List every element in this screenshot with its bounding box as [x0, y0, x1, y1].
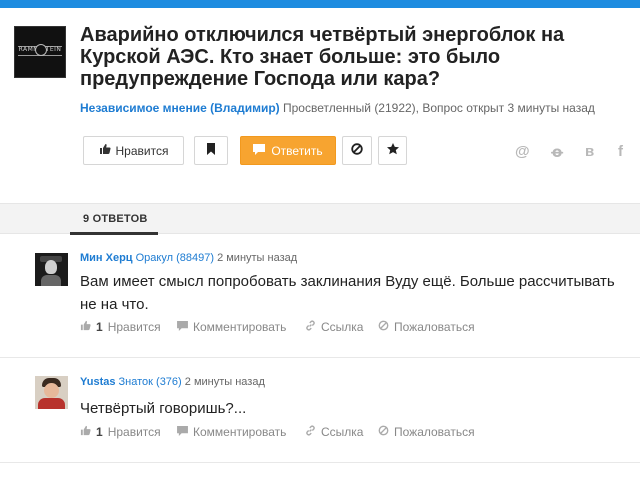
favorite-button[interactable] — [378, 136, 407, 165]
logo-emblem-icon — [35, 44, 47, 56]
link-icon — [305, 425, 316, 439]
answer-author-avatar[interactable] — [35, 376, 68, 409]
avatar-body — [41, 275, 61, 286]
answer-button[interactable]: Ответить — [240, 136, 336, 165]
comment-icon — [177, 425, 188, 439]
tab-answers[interactable]: 9 ОТВЕТОВ — [83, 213, 147, 225]
answer-meta: Yustas Знаток (376) 2 минуты назад — [80, 376, 265, 388]
question-author-rank: Просветленный (21922), Вопрос открыт 3 м… — [283, 101, 595, 115]
link-icon — [305, 320, 316, 334]
like-button[interactable]: Нравится — [83, 136, 184, 165]
block-button[interactable] — [342, 136, 372, 165]
answers-tab-bar: 9 ОТВЕТОВ — [0, 203, 640, 235]
answer-link-label: Ссылка — [321, 425, 364, 439]
answer-text: Вам имеет смысл попробовать заклинания В… — [80, 273, 615, 313]
avatar-face — [44, 383, 59, 398]
block-icon — [378, 320, 389, 334]
answer-link-label: Ссылка — [321, 320, 364, 334]
share-mail-icon[interactable]: @ — [515, 143, 530, 160]
share-facebook-icon[interactable]: f — [618, 143, 623, 160]
answer-time: 2 минуты назад — [217, 252, 298, 264]
answer-report-action[interactable]: Пожаловаться — [378, 425, 475, 439]
answer-author-avatar[interactable] — [35, 253, 68, 286]
block-icon — [351, 143, 363, 158]
answer-comment-action[interactable]: Комментировать — [177, 320, 286, 334]
answer-author-link[interactable]: Мин Херц — [80, 252, 133, 264]
thumbs-up-icon — [80, 320, 91, 334]
answer-like-label: Нравится — [107, 320, 161, 334]
question-meta: Независимое мнение (Владимир) Просветлен… — [80, 101, 595, 115]
block-icon — [378, 425, 389, 439]
answer-author-link[interactable]: Yustas — [80, 376, 115, 388]
question-author-avatar[interactable]: RAMM STEIN — [14, 26, 66, 78]
answer-like-action[interactable]: 1 Нравится — [80, 425, 161, 439]
bookmark-button[interactable] — [194, 136, 228, 165]
thumbs-up-icon — [80, 425, 91, 439]
answer-link-action[interactable]: Ссылка — [305, 425, 363, 439]
answer-like-count: 1 — [96, 320, 103, 334]
answer-comment-label: Комментировать — [193, 320, 287, 334]
answer-like-action[interactable]: 1 Нравится — [80, 320, 161, 334]
answer-meta: Мин Херц Оракул (88497) 2 минуты назад — [80, 252, 297, 264]
avatar-body — [38, 398, 65, 409]
share-ok-icon[interactable]: ꝋ — [551, 143, 563, 161]
answer-comment-action[interactable]: Комментировать — [177, 425, 286, 439]
answer-report-label: Пожаловаться — [394, 320, 475, 334]
question-author-link[interactable]: Независимое мнение (Владимир) — [80, 101, 280, 115]
answer-report-label: Пожаловаться — [394, 425, 475, 439]
answer-divider — [0, 357, 640, 358]
answer-link-action[interactable]: Ссылка — [305, 320, 363, 334]
answer-button-label: Ответить — [271, 143, 323, 158]
share-vk-icon[interactable]: в — [585, 143, 594, 160]
answer-author-rank[interactable]: Оракул (88497) — [136, 252, 214, 264]
comment-icon — [177, 320, 188, 334]
top-accent-bar — [0, 0, 640, 8]
answer-report-action[interactable]: Пожаловаться — [378, 320, 475, 334]
answer-time: 2 минуты назад — [184, 376, 265, 388]
avatar-face — [45, 260, 57, 274]
active-tab-underline — [70, 232, 158, 235]
bookmark-icon — [206, 143, 216, 158]
answer-comment-label: Комментировать — [193, 425, 287, 439]
answer-text: Четвёртый говоришь?... — [80, 400, 247, 417]
star-icon — [386, 143, 399, 158]
comment-icon — [253, 143, 266, 158]
like-button-label: Нравится — [115, 143, 169, 158]
answer-like-label: Нравится — [107, 425, 161, 439]
question-title: Аварийно отключился четвёртый энергоблок… — [80, 24, 565, 90]
thumbs-up-icon — [99, 143, 111, 158]
answer-like-count: 1 — [96, 425, 103, 439]
answer-author-rank[interactable]: Знаток (376) — [119, 376, 182, 388]
answer-divider — [0, 462, 640, 463]
